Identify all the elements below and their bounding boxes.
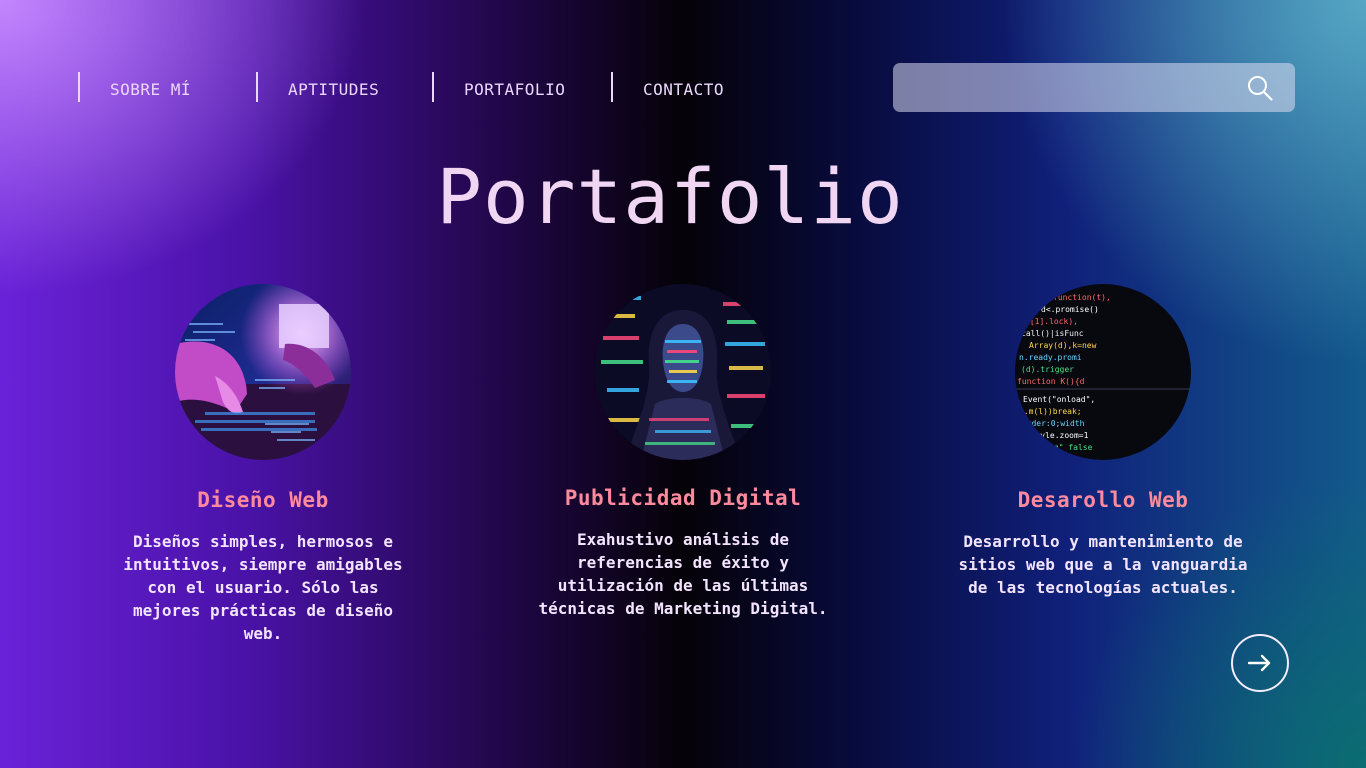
nav-item-portafolio[interactable]: PORTAFOLIO (432, 72, 565, 102)
svg-text:(d).trigger: (d).trigger (1021, 365, 1074, 374)
card-image-code-projected-woman (595, 284, 771, 460)
svg-text:d<.promise(): d<.promise() (1041, 305, 1099, 314)
nav-item-label: PORTAFOLIO (464, 80, 566, 99)
card-image-typing-hands (175, 284, 351, 460)
nav-item-label: APTITUDES (288, 80, 380, 99)
nav-item-sobre-mi[interactable]: SOBRE MÍ (78, 72, 191, 102)
svg-text:e.m(l))break;: e.m(l))break; (1019, 407, 1082, 416)
arrow-right-icon (1248, 654, 1271, 672)
card-image-code-screen: function(t), d<.promise() 2[1].lock), ca… (1015, 284, 1191, 460)
svg-text:border:0;width: border:0;width (1017, 419, 1085, 428)
card-title: Desarollo Web (1017, 488, 1189, 512)
card-description: Exahustivo análisis de referencias de éx… (538, 530, 828, 618)
svg-text:2[1].lock),: 2[1].lock), (1025, 317, 1078, 326)
card-description: Desarrollo y mantenimiento de sitios web… (958, 532, 1248, 597)
next-button[interactable] (1231, 634, 1289, 692)
svg-text:Array(d),k=new: Array(d),k=new (1029, 341, 1097, 350)
svg-text:Event("onload",: Event("onload", (1023, 395, 1095, 404)
svg-text:"string" false: "string" false (1025, 443, 1093, 452)
nav-item-contacto[interactable]: CONTACTO (611, 72, 724, 102)
search-input[interactable] (907, 63, 1241, 114)
svg-text:call()|isFunc: call()|isFunc (1021, 329, 1084, 338)
svg-text:n.ready.promi: n.ready.promi (1019, 353, 1082, 362)
search-bar (893, 63, 1295, 114)
nav-item-label: CONTACTO (643, 80, 725, 99)
search-icon[interactable] (1247, 75, 1273, 101)
card-description: Diseños simples, hermosos e intuitivos, … (123, 532, 403, 643)
svg-text:function K(){d: function K(){d (1017, 377, 1085, 386)
card-title: Publicidad Digital (564, 486, 802, 510)
card-title: Diseño Web (197, 488, 329, 512)
svg-text:c.style.zoom=1: c.style.zoom=1 (1021, 431, 1089, 440)
page-title: Portafolio (436, 152, 904, 241)
nav-item-aptitudes[interactable]: APTITUDES (256, 72, 379, 102)
nav-item-label: SOBRE MÍ (110, 80, 192, 99)
svg-text:function(t),: function(t), (1053, 293, 1111, 302)
